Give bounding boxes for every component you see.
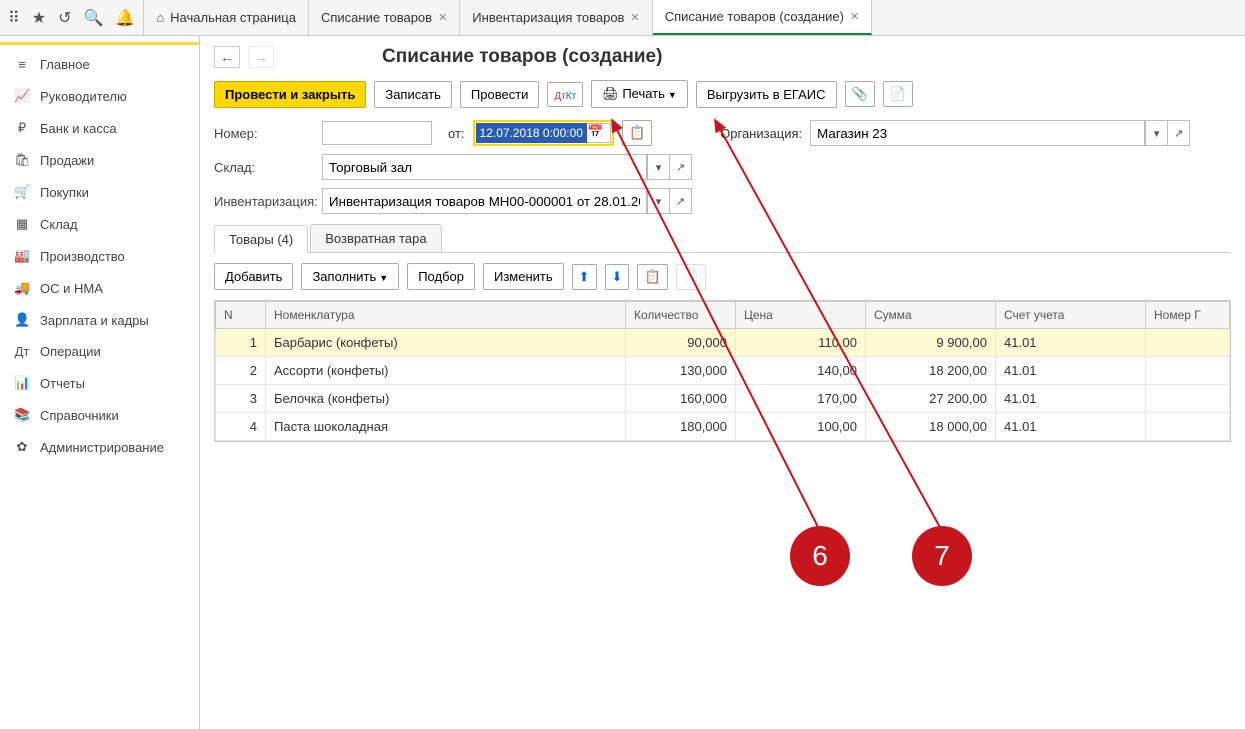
report-icon[interactable]: 📄 [883, 81, 913, 107]
save-button[interactable]: Записать [374, 81, 452, 108]
col-acct[interactable]: Счет учета [996, 302, 1146, 329]
inventory-label: Инвентаризация: [214, 194, 314, 209]
sidebar-item[interactable]: 📈Руководителю [0, 80, 199, 112]
date-label: от: [448, 126, 465, 141]
pick-button[interactable]: Подбор [407, 263, 475, 290]
sidebar-item[interactable]: 📊Отчеты [0, 367, 199, 399]
inventory-dropdown-icon[interactable]: ▾ [647, 189, 669, 213]
col-gtd[interactable]: Номер Г [1146, 302, 1230, 329]
dt-kt-icon[interactable]: ДтКт [547, 82, 583, 107]
inventory-open-icon[interactable]: ↗ [669, 189, 691, 213]
sidebar-item[interactable]: ✿Администрирование [0, 431, 199, 463]
col-n[interactable]: N [216, 302, 266, 329]
col-nom[interactable]: Номенклатура [266, 302, 626, 329]
close-icon[interactable]: ✕ [630, 11, 639, 24]
table-row[interactable]: 3Белочка (конфеты)160,000170,0027 200,00… [216, 385, 1230, 413]
egais-button[interactable]: Выгрузить в ЕГАИС [696, 81, 837, 108]
sidebar-item[interactable]: ДтОперации [0, 336, 199, 367]
warehouse-label: Склад: [214, 160, 314, 175]
forward-button[interactable]: → [248, 46, 274, 68]
warehouse-input[interactable] [323, 155, 647, 179]
sidebar-item[interactable]: ₽Банк и касса [0, 112, 199, 144]
date-input[interactable]: 12.07.2018 0:00:00 [476, 123, 587, 143]
post-close-button[interactable]: Провести и закрыть [214, 81, 366, 108]
search-icon[interactable]: 🔍 [83, 8, 103, 28]
col-price[interactable]: Цена [736, 302, 866, 329]
tab-goods[interactable]: Товары (4) [214, 225, 308, 253]
tab-bar: ⌂ Начальная страницаСписание товаров ✕Ин… [144, 0, 872, 35]
org-dropdown-icon[interactable]: ▾ [1145, 121, 1167, 145]
calendar2-icon[interactable]: 📋 [622, 120, 652, 146]
sidebar: ≡Главное📈Руководителю₽Банк и касса🛍Прода… [0, 36, 200, 729]
number-label: Номер: [214, 126, 314, 141]
sidebar-item[interactable]: ▦Склад [0, 208, 199, 240]
close-icon[interactable]: ✕ [850, 10, 859, 23]
tab-tare[interactable]: Возвратная тара [310, 224, 441, 252]
post-button[interactable]: Провести [460, 81, 540, 108]
attach-icon[interactable]: 📎 [845, 81, 875, 107]
number-input[interactable] [322, 121, 432, 145]
col-sum[interactable]: Сумма [866, 302, 996, 329]
calendar-icon[interactable]: 📅 [587, 123, 611, 143]
bell-icon[interactable]: 🔔 [115, 8, 135, 28]
sidebar-item[interactable]: 👤Зарплата и кадры [0, 304, 199, 336]
add-button[interactable]: Добавить [214, 263, 293, 290]
org-label: Организация: [720, 126, 802, 141]
star-icon[interactable]: ★ [32, 8, 46, 28]
org-input[interactable] [811, 121, 1145, 145]
table-row[interactable]: 4Паста шоколадная180,000100,0018 000,004… [216, 413, 1230, 441]
col-qty[interactable]: Количество [626, 302, 736, 329]
sidebar-item[interactable]: 📚Справочники [0, 399, 199, 431]
fill-button[interactable]: Заполнить▼ [301, 263, 399, 290]
page-title: Списание товаров (создание) [382, 46, 662, 68]
copy-icon[interactable]: 📋 [637, 264, 667, 290]
paste-icon[interactable]: 📄 [676, 264, 706, 290]
tab[interactable]: Инвентаризация товаров ✕ [460, 0, 652, 35]
close-icon[interactable]: ✕ [438, 11, 447, 24]
inventory-input[interactable] [323, 189, 647, 213]
org-open-icon[interactable]: ↗ [1167, 121, 1189, 145]
warehouse-open-icon[interactable]: ↗ [669, 155, 691, 179]
tab[interactable]: Списание товаров (создание) ✕ [653, 0, 872, 35]
table-row[interactable]: 1Барбарис (конфеты)90,000110,009 900,004… [216, 329, 1230, 357]
sidebar-item[interactable]: 🚚ОС и НМА [0, 272, 199, 304]
sidebar-item[interactable]: 🛍Продажи [0, 144, 199, 176]
apps-icon[interactable]: ⠿ [8, 8, 20, 28]
warehouse-dropdown-icon[interactable]: ▾ [647, 155, 669, 179]
history-icon[interactable]: ↺ [58, 8, 71, 28]
back-button[interactable]: ← [214, 46, 240, 68]
sidebar-item[interactable]: 🏭Производство [0, 240, 199, 272]
goods-table: N Номенклатура Количество Цена Сумма Сче… [214, 300, 1231, 442]
move-down-icon[interactable]: ⬇ [605, 264, 630, 290]
sidebar-item[interactable]: 🛒Покупки [0, 176, 199, 208]
sidebar-item[interactable]: ≡Главное [0, 49, 199, 80]
print-button[interactable]: 🖨 Печать▼ [591, 80, 688, 108]
tab[interactable]: Списание товаров ✕ [309, 0, 460, 35]
move-up-icon[interactable]: ⬆ [572, 264, 597, 290]
callout-6: 6 [790, 526, 850, 586]
callout-7: 7 [912, 526, 972, 586]
change-button[interactable]: Изменить [483, 263, 564, 290]
tab[interactable]: ⌂ Начальная страница [144, 0, 309, 35]
table-row[interactable]: 2Ассорти (конфеты)130,000140,0018 200,00… [216, 357, 1230, 385]
